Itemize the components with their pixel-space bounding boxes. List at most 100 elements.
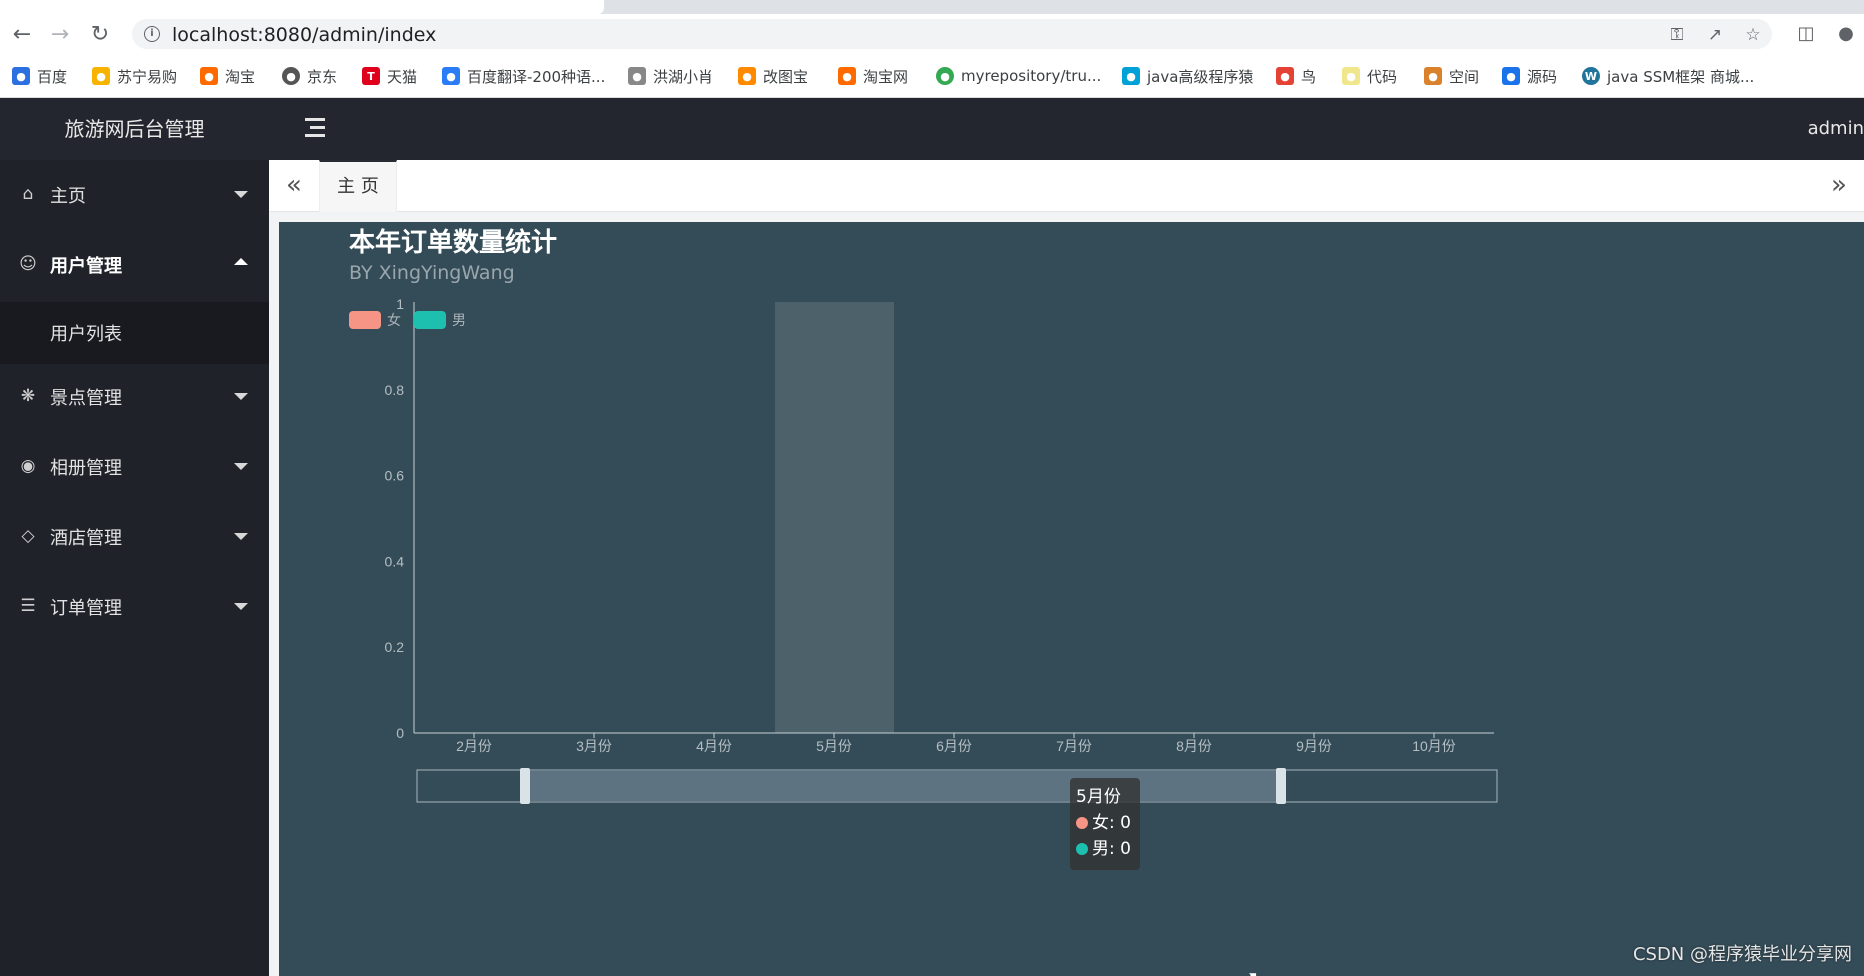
bookmarks-bar: ● 百度 ● 苏宁易购 ● 淘宝 ● 京东 T 天猫 ● 百度翻译-200种语... ● 洪湖… [0,54,1864,98]
bird-icon: ● [628,67,646,85]
browser-active-tab[interactable] [0,0,604,14]
bookmark-item[interactable]: T 天猫 [362,65,417,87]
sidebar-subitem-label: 用户列表 [50,324,122,345]
tooltip-row-female: 女: 0 [1076,810,1134,836]
bookmark-item[interactable]: ● 苏宁易购 [92,65,177,87]
tab-home[interactable]: 主 页 [319,160,397,212]
hover-highlight-band [775,302,894,733]
tmall-icon: T [362,67,380,85]
forward-icon[interactable]: → [46,20,74,48]
bookmark-item[interactable]: ● 改图宝 [738,65,808,87]
wordpress-icon: W [1582,67,1600,85]
profile-icon[interactable]: ● [1834,22,1858,46]
double-chevron-left-icon[interactable]: « [279,170,309,200]
sidebar-item-label: 主页 [50,186,86,207]
bookmark-item[interactable]: ● 百度翻译-200种语... [442,65,605,87]
star-icon[interactable]: ☆ [1744,26,1762,44]
chart-subtitle: BY XingYingWang [349,262,515,284]
share-icon[interactable]: ↗ [1706,26,1724,44]
menu-toggle-icon[interactable] [305,118,327,138]
top-header: admin [269,98,1864,160]
bookmark-item[interactable]: ● 源码 [1502,65,1557,87]
x-tick-label: 8月份 [1176,738,1212,754]
x-tick-label: 7月份 [1056,738,1092,754]
camera-icon: ◉ [20,456,36,476]
chart-tooltip: 5月份 女: 0 男: 0 [1070,778,1140,870]
sidebar-item-albums[interactable]: ◉ 相册管理 [0,432,269,502]
y-tick-label: 0 [396,725,404,741]
baidu-translate-icon: ● [442,67,460,85]
taobao-icon: ● [838,67,856,85]
sidebar-item-attractions[interactable]: ❋ 景点管理 [0,362,269,432]
side-panel-icon[interactable]: ◫ [1794,22,1818,46]
bookmark-item[interactable]: ● 淘宝 [200,65,255,87]
y-tick-label: 0.2 [385,639,405,655]
diamond-icon: ◇ [21,526,35,546]
bookmark-item[interactable]: ● 京东 [282,65,337,87]
datazoom-window [525,771,1281,801]
sidebar-item-orders[interactable]: ☰ 订单管理 [0,572,269,642]
address-bar[interactable]: i localhost:8080/admin/index ⚿ ↗ ☆ [132,19,1772,49]
x-tick-label: 2月份 [456,738,492,754]
legend-item-female[interactable]: 女 [349,310,401,330]
bookmark-item[interactable]: ● java高级程序猿 [1122,65,1253,87]
user-icon: ☺ [19,254,37,274]
taobao-icon: ● [200,67,218,85]
bookmark-item[interactable]: ● 百度 [12,65,67,87]
sidebar-item-users[interactable]: ☺ 用户管理 [0,230,269,300]
bookmark-item[interactable]: ● 淘宝网 [838,65,908,87]
sidebar-item-label: 景点管理 [50,388,122,409]
reload-icon[interactable]: ↻ [86,20,114,48]
address-url[interactable]: localhost:8080/admin/index [172,24,436,46]
watermark: CSDN @程序猿毕业分享网 [1632,944,1852,965]
bookmark-item[interactable]: ● 洪湖小肖 [628,65,713,87]
site-info-icon[interactable]: i [144,26,160,42]
x-tick-label: 10月份 [1412,738,1456,754]
tooltip-title: 5月份 [1076,787,1121,807]
baidu-paw-icon: ● [12,67,30,85]
back-icon[interactable]: ← [8,20,36,48]
bookmark-item[interactable]: Wjava SSM框架 商城... [1582,65,1754,87]
page-tabs-bar: « 主 页 » [269,160,1864,212]
chevron-up-icon [234,258,248,265]
y-tick-label: 0.6 [385,468,405,484]
bookmark-item[interactable]: ● 代码 [1342,65,1397,87]
legend-label: 男 [452,313,466,329]
x-tick-label: 3月份 [576,738,612,754]
chevron-down-icon [234,463,248,470]
chrome-icon: ● [936,67,954,85]
sidebar-subitem-user-list[interactable]: 用户列表 [0,302,269,364]
sidebar-item-label: 用户管理 [50,256,122,277]
bookmark-item[interactable]: ● 鸟 [1276,65,1316,87]
bookmark-item[interactable]: ● myrepository/tru... [936,65,1101,87]
tooltip-row-male: 男: 0 [1076,836,1134,862]
legend-swatch [414,311,446,329]
mouse-cursor-icon: ⬈ [1242,966,1259,976]
legend-swatch [349,311,381,329]
chart-title: 本年订单数量统计 [349,228,558,258]
double-chevron-right-icon[interactable]: » [1824,170,1854,200]
x-tick-label: 4月份 [696,738,732,754]
datazoom-handle-left [520,768,530,804]
legend-label: 女 [387,313,401,329]
chevron-down-icon [234,603,248,610]
sidebar-item-hotels[interactable]: ◇ 酒店管理 [0,502,269,572]
suning-lion-icon: ● [92,67,110,85]
palm-tree-icon: ❋ [20,386,36,406]
series-dot [1076,843,1088,855]
sidebar-item-label: 相册管理 [50,458,122,479]
key-icon[interactable]: ⚿ [1668,26,1686,44]
sidebar-item-home[interactable]: ⌂ 主页 [0,160,269,230]
legend-item-male[interactable]: 男 [414,310,466,330]
user-menu[interactable]: admin [1808,118,1864,139]
list-icon: ☰ [20,596,36,616]
gaitubao-icon: ● [738,67,756,85]
x-tick-label: 5月份 [816,738,852,754]
chevron-down-icon [234,191,248,198]
bookmark-item[interactable]: ● 空间 [1424,65,1479,87]
qzone-icon: ● [1424,67,1442,85]
chevron-down-icon [234,533,248,540]
app-brand[interactable]: 旅游网后台管理 [0,98,269,160]
x-tick-label: 6月份 [936,738,972,754]
y-tick-label: 0.8 [385,382,405,398]
